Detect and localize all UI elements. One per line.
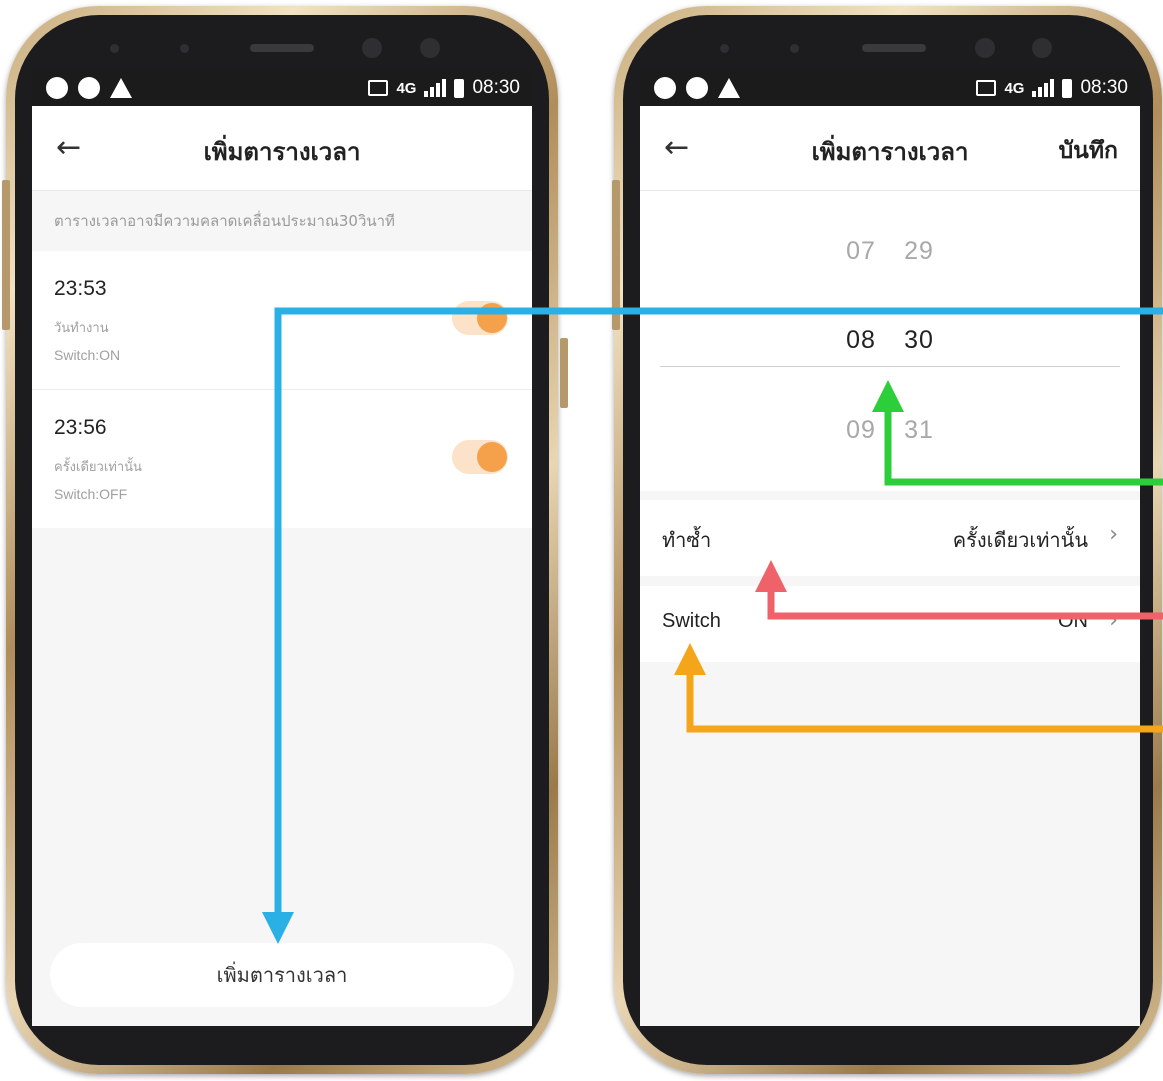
battery-icon	[454, 78, 465, 98]
sensor	[790, 44, 799, 53]
earpiece-speaker	[862, 44, 926, 52]
switch-row[interactable]: Switch ON ›	[640, 586, 1140, 662]
status-time: 08:30	[472, 77, 520, 98]
repeat-value: ครั้งเดียวเท่านั้น	[952, 530, 1088, 552]
schedule-switch-state: Switch:ON	[54, 347, 121, 363]
schedule-toggle[interactable]	[452, 440, 508, 474]
schedule-time: 23:56	[54, 416, 107, 439]
sensor	[720, 44, 729, 53]
page-title: เพิ่มตารางเวลา	[203, 138, 361, 166]
picker-row-below[interactable]: 09 31	[640, 416, 1140, 445]
status-bar: 4G 08:30	[640, 70, 1140, 106]
schedule-toggle[interactable]	[452, 301, 508, 335]
save-button[interactable]: บันทึก	[1059, 133, 1118, 169]
cast-icon	[368, 80, 389, 96]
picker-minute: 30	[904, 326, 934, 354]
picker-minute: 29	[904, 237, 934, 265]
picker-divider	[660, 366, 1120, 367]
repeat-label: ทำซ้ำ	[662, 530, 712, 552]
status-time: 08:30	[1080, 77, 1128, 98]
app-bar: ← เพิ่มตารางเวลา	[32, 106, 532, 191]
side-button	[2, 180, 10, 330]
repeat-row[interactable]: ทำซ้ำ ครั้งเดียวเท่านั้น ›	[640, 500, 1140, 576]
picker-hour: 07	[846, 237, 876, 265]
front-camera	[420, 38, 440, 58]
line-chat-icon	[78, 77, 100, 99]
accuracy-hint: ตารางเวลาอาจมีความคลาดเคลื่อนประมาณ30วิน…	[54, 212, 395, 230]
switch-value: ON	[1058, 610, 1088, 632]
app-notification-icon	[46, 77, 68, 99]
battery-icon	[1062, 78, 1073, 98]
app-notification-icon	[654, 77, 676, 99]
picker-hour: 08	[846, 326, 876, 354]
line-chat-icon	[686, 77, 708, 99]
front-camera	[975, 38, 995, 58]
side-button	[612, 180, 620, 330]
add-schedule-button[interactable]: เพิ่มตารางเวลา	[50, 943, 514, 1007]
chevron-right-icon: ›	[1109, 522, 1118, 547]
schedule-repeat: ครั้งเดียวเท่านั้น	[54, 460, 142, 475]
front-camera	[1032, 38, 1052, 58]
sensor	[180, 44, 189, 53]
picker-hour: 09	[846, 416, 876, 444]
schedule-item[interactable]: 23:56 ครั้งเดียวเท่านั้น Switch:OFF	[32, 390, 532, 528]
switch-label: Switch	[662, 610, 721, 632]
chevron-right-icon: ›	[1109, 608, 1118, 633]
signal-icon	[424, 79, 447, 97]
picker-minute: 31	[904, 416, 934, 444]
picker-row-selected[interactable]: 08 30	[640, 326, 1140, 355]
toggle-knob	[477, 303, 507, 333]
side-button	[560, 338, 568, 408]
toggle-knob	[477, 442, 507, 472]
status-bar: 4G 08:30	[32, 70, 532, 106]
schedule-switch-state: Switch:OFF	[54, 486, 128, 502]
cast-icon	[976, 80, 997, 96]
schedule-time: 23:53	[54, 277, 107, 300]
schedule-repeat: วันทำงาน	[54, 321, 109, 336]
schedule-list-screen: 4G 08:30 ← เพิ่มตารางเวลา ตารางเวลาอาจมี…	[32, 70, 532, 1026]
schedule-item[interactable]: 23:53 วันทำงาน Switch:ON	[32, 251, 532, 390]
front-camera	[362, 38, 382, 58]
network-type: 4G	[1004, 79, 1025, 97]
earpiece-speaker	[250, 44, 314, 52]
app-bar: ← เพิ่มตารางเวลา บันทึก	[640, 106, 1140, 191]
warning-icon	[110, 78, 132, 98]
sensor	[110, 44, 119, 53]
network-type: 4G	[396, 79, 417, 97]
time-picker[interactable]: 07 29 08 30 09 31	[640, 191, 1140, 491]
picker-row-above[interactable]: 07 29	[640, 237, 1140, 266]
signal-icon	[1032, 79, 1055, 97]
add-schedule-screen: 4G 08:30 ← เพิ่มตารางเวลา บันทึก 07 29 08…	[640, 70, 1140, 1026]
warning-icon	[718, 78, 740, 98]
